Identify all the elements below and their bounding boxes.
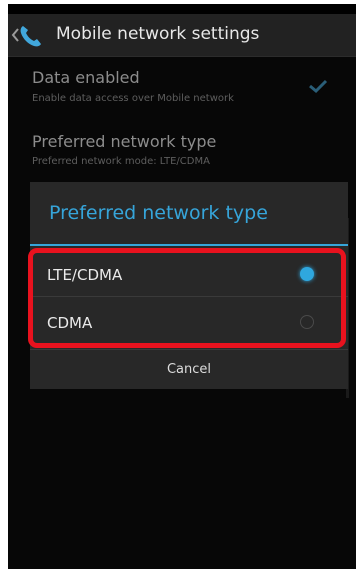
dialog-title-divider bbox=[30, 244, 348, 246]
highlight-box bbox=[28, 248, 346, 348]
setting-title: Data enabled bbox=[32, 68, 140, 87]
action-bar: Mobile network settings bbox=[8, 14, 356, 57]
phone-icon bbox=[20, 26, 41, 47]
setting-subtitle: Preferred network mode: LTE/CDMA bbox=[32, 156, 210, 167]
setting-subtitle: Enable data access over Mobile network bbox=[32, 93, 234, 104]
cancel-label: Cancel bbox=[166, 362, 212, 377]
setting-title: Preferred network type bbox=[32, 132, 217, 151]
checkmark-icon[interactable] bbox=[308, 78, 328, 94]
dialog-title: Preferred network type bbox=[49, 202, 268, 224]
cancel-button[interactable]: Cancel bbox=[30, 349, 348, 390]
page-title: Mobile network settings bbox=[56, 24, 260, 44]
